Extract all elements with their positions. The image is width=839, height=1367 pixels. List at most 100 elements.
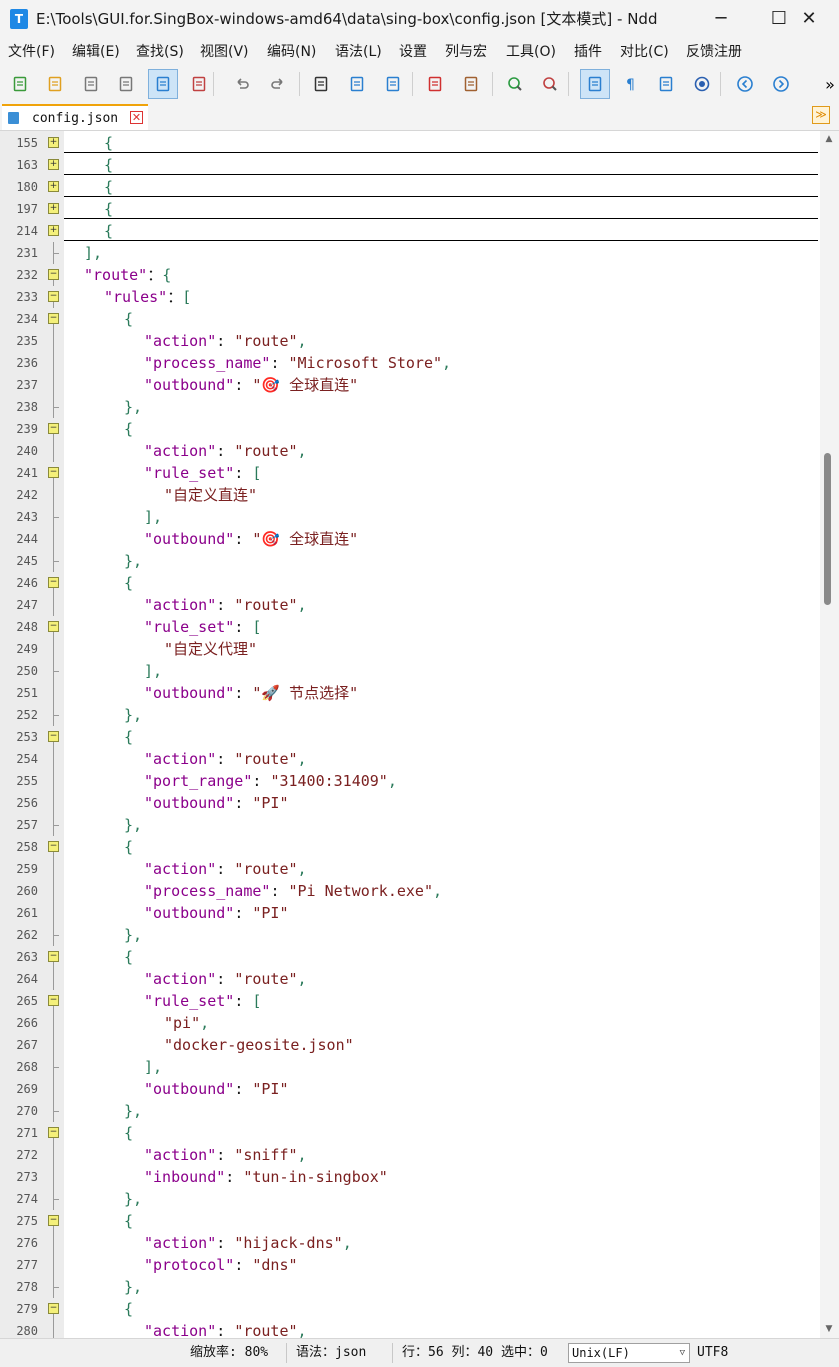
code-line: { [124,726,133,748]
show-symbols-icon[interactable]: ¶ [615,69,645,99]
scroll-down-icon[interactable]: ▼ [822,1323,836,1335]
code-line: ], [144,506,162,528]
code-line: "outbound": "PI" [144,1078,289,1100]
fold-expand-icon[interactable]: + [48,159,59,170]
save-all-icon[interactable] [111,69,141,99]
fold-collapse-icon[interactable]: − [48,951,59,962]
open-file-icon[interactable] [40,69,70,99]
json-punct: : [234,1256,253,1274]
fold-collapse-icon[interactable]: − [48,423,59,434]
cursor-position: 行：56 列：40 选中：0 [402,1345,548,1360]
code-line: { [124,1210,133,1232]
fold-expand-icon[interactable]: + [48,181,59,192]
fold-expand-icon[interactable]: + [48,203,59,214]
fold-collapse-icon[interactable]: − [48,995,59,1006]
fold-expand-icon[interactable]: + [48,137,59,148]
fold-collapse-icon[interactable]: − [48,291,59,302]
fold-collapse-icon[interactable]: − [48,1215,59,1226]
json-key: "rule_set" [144,992,235,1010]
code-line: ], [144,1056,162,1078]
json-punct: }, [124,706,143,724]
line-number: 268 [16,1060,38,1074]
menu-item-11[interactable]: 反馈注册 [686,38,742,66]
code-editor[interactable]: 155 163 180 197 214 231 232 233 234 235 236 237 238 2… [0,131,820,1338]
function-list-icon[interactable] [687,69,717,99]
code-line: { [124,308,133,330]
text-mode-icon[interactable] [148,69,178,99]
json-punct: { [124,574,134,592]
menu-item-6[interactable]: 设置 [399,38,427,66]
code-line: }, [124,396,142,418]
menu-item-5[interactable]: 语法(L) [335,38,382,66]
save-icon[interactable] [76,69,106,99]
new-file-icon[interactable] [5,69,35,99]
json-punct: [ [252,464,262,482]
json-punct: : [216,860,235,878]
fold-collapse-icon[interactable]: − [48,621,59,632]
fold-collapse-icon[interactable]: − [48,731,59,742]
fold-collapse-icon[interactable]: − [48,577,59,588]
json-string: "route" [234,1322,298,1338]
fold-guide-line [53,594,54,616]
code-line: "docker-geosite.json" [164,1034,354,1056]
fold-end-marker [53,825,59,826]
menu-item-8[interactable]: 工具(O) [506,38,556,66]
close-window-button[interactable]: ✕ [780,0,838,38]
line-number-gutter: 155 163 180 197 214 231 232 233 234 235 236 237 238 2… [0,131,64,1338]
close-file-icon[interactable] [184,69,214,99]
next-icon[interactable] [766,69,796,99]
bookmark-icon[interactable] [378,69,408,99]
menu-bar: 文件(F) 编辑(E) 查找(S) 视图(V) 编码(N) 语法(L) 设置 列与宏 工具(O)… [0,38,839,66]
fold-collapse-icon[interactable]: − [48,313,59,324]
menu-item-10[interactable]: 对比(C) [620,38,669,66]
toolbar-overflow-button[interactable]: » [815,69,839,99]
code-line: "rule_set": [ [144,616,261,638]
fold-guide-line [53,1012,54,1034]
json-string: "PI" [252,1080,289,1098]
find-icon[interactable] [306,69,336,99]
tab-list-dropdown-button[interactable]: ≫ [812,106,830,124]
vertical-scrollbar[interactable]: ▲ ▼ [820,131,839,1338]
json-punct: , [297,970,307,988]
redo-icon[interactable] [263,69,293,99]
fold-collapse-icon[interactable]: − [48,269,59,280]
minimize-button[interactable]: ─ [692,0,750,38]
menu-item-2[interactable]: 查找(S) [136,38,184,66]
tab-config-json[interactable]: config.json ✕ [2,104,148,130]
line-ending-select[interactable]: Unix(LF) ▽ [568,1343,690,1363]
undo-icon[interactable] [227,69,257,99]
menu-item-9[interactable]: 插件 [574,38,602,66]
tab-label: config.json [32,111,119,126]
zoom-out-icon[interactable] [535,69,565,99]
fold-collapse-icon[interactable]: − [48,467,59,478]
menu-item-4[interactable]: 编码(N) [267,38,316,66]
scrollbar-thumb[interactable] [824,453,831,605]
tab-close-button[interactable]: ✕ [130,111,143,124]
scroll-up-icon[interactable]: ▲ [822,133,836,145]
toolbar-separator [412,72,413,96]
line-number: 155 [16,136,38,150]
clear-mark-icon[interactable] [456,69,486,99]
fold-collapse-icon[interactable]: − [48,1303,59,1314]
json-punct: : [225,1168,244,1186]
zoom-in-icon[interactable] [500,69,530,99]
json-string: "🎯 全球直连" [252,530,359,548]
fold-collapse-icon[interactable]: − [48,1127,59,1138]
menu-item-0[interactable]: 文件(F) [8,38,55,66]
json-key: "rule_set" [144,464,235,482]
indent-guide-icon[interactable] [651,69,681,99]
replace-icon[interactable] [342,69,372,99]
json-punct: ： [147,266,163,284]
previous-icon[interactable] [730,69,760,99]
code-line: "action": "route", [144,748,307,770]
word-wrap-icon[interactable] [580,69,610,99]
menu-item-7[interactable]: 列与宏 [445,38,487,66]
fold-collapse-icon[interactable]: − [48,841,59,852]
mark-icon[interactable] [420,69,450,99]
fold-expand-icon[interactable]: + [48,225,59,236]
folded-block-separator [64,196,818,197]
menu-item-3[interactable]: 视图(V) [200,38,249,66]
fold-end-marker [53,671,59,672]
fold-guide-line [53,792,54,814]
menu-item-1[interactable]: 编辑(E) [72,38,120,66]
